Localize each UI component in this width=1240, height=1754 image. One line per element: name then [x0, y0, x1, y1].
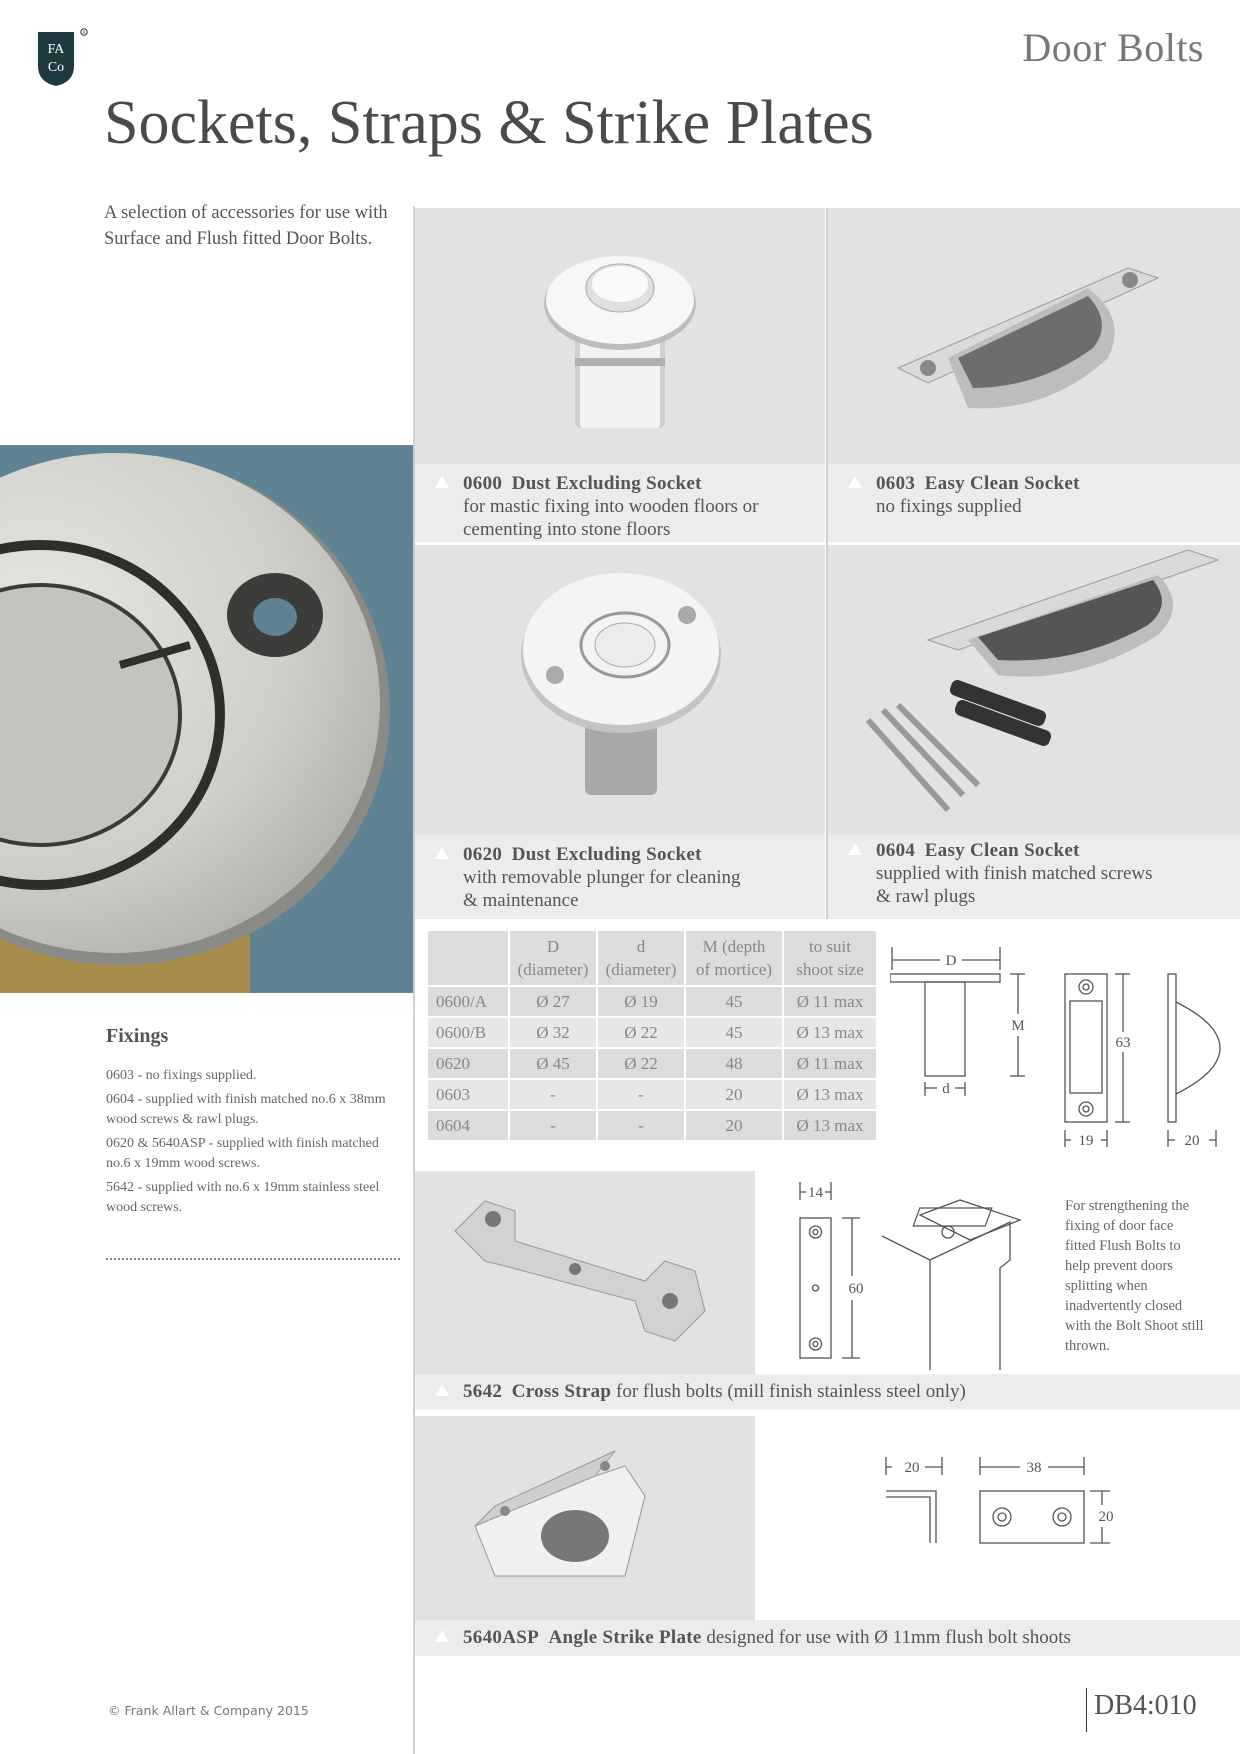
- product-name: Easy Clean Socket: [924, 473, 1080, 494]
- svg-text:Co: Co: [48, 60, 64, 75]
- table-header-row: D (diameter) d (diameter) M (depth of morti…: [428, 931, 876, 985]
- fixings-item: 0620 & 5640ASP - supplied with finish ma…: [106, 1136, 379, 1171]
- product-name: Cross Strap: [511, 1381, 612, 1402]
- column-header: M (depth of mortice): [686, 931, 782, 985]
- fixings-item: 0603 - no fixings supplied.: [106, 1068, 257, 1083]
- section-title: Door Bolts: [1022, 25, 1204, 70]
- caption-0603: 0603 Easy Clean Socket no fixings suppli…: [828, 464, 1240, 542]
- socket-dimension-diagrams: D M d 63 19 20: [890, 947, 1221, 1149]
- svg-text:FA: FA: [48, 42, 66, 57]
- dim-20-height: 20: [1099, 1509, 1114, 1525]
- photo-5642: [415, 1171, 755, 1374]
- triangle-icon: [435, 847, 449, 859]
- triangle-icon: [848, 476, 862, 488]
- product-desc: designed for use with Ø 11mm flush bolt …: [706, 1627, 1071, 1648]
- dim-M: M: [1011, 1018, 1024, 1034]
- photo-5640ASP: [415, 1416, 755, 1620]
- dim-14: 14: [808, 1185, 824, 1201]
- table-row: 0600/B Ø 32 Ø 22 45 Ø 13 max: [428, 1018, 876, 1047]
- table-row: 0604- -20 Ø 13 max: [428, 1111, 876, 1140]
- fixings-title: Fixings: [106, 1025, 169, 1047]
- column-divider: [826, 208, 828, 919]
- product-desc: for mastic fixing into wooden floors or: [463, 496, 759, 517]
- table-row: 0620 Ø 45 Ø 22 48 Ø 11 max: [428, 1049, 876, 1078]
- page-number-divider: [1086, 1688, 1087, 1732]
- product-code: 5642: [463, 1381, 503, 1402]
- product-code: 0603: [876, 473, 916, 494]
- triangle-icon: [435, 1384, 449, 1396]
- product-name: Dust Excluding Socket: [511, 844, 702, 865]
- page-title: Sockets, Straps & Strike Plates: [104, 89, 874, 157]
- column-header: D (diameter): [510, 931, 596, 985]
- product-name: Angle Strike Plate: [548, 1627, 702, 1648]
- fixings-item: 0604 - supplied with finish matched no.6…: [106, 1092, 386, 1127]
- fixings-list: 0603 - no fixings supplied. 0604 - suppl…: [106, 1066, 402, 1222]
- triangle-icon: [848, 843, 862, 855]
- product-code: 0620: [463, 844, 503, 865]
- page-number: DB4:010: [1094, 1690, 1197, 1721]
- product-desc: for flush bolts (mill finish stainless s…: [616, 1381, 966, 1402]
- company-logo: FA Co R: [38, 28, 88, 86]
- photo-0620: [415, 545, 825, 835]
- product-desc: no fixings supplied: [876, 496, 1022, 517]
- product-name: Easy Clean Socket: [924, 840, 1080, 861]
- product-name: Dust Excluding Socket: [511, 473, 702, 494]
- caption-0604: 0604 Easy Clean Socket supplied with fin…: [828, 835, 1240, 919]
- triangle-icon: [435, 1630, 449, 1642]
- table-row: 0600/A Ø 27 Ø 19 45 Ø 11 max: [428, 987, 876, 1016]
- dim-D: D: [946, 953, 957, 969]
- product-code: 0604: [876, 840, 916, 861]
- product-code: 0600: [463, 473, 503, 494]
- caption-5640ASP: 5640ASP Angle Strike Plate designed for …: [415, 1620, 1240, 1656]
- product-code: 5640ASP: [463, 1627, 539, 1648]
- caption-0620: 0620 Dust Excluding Socket with removabl…: [415, 835, 825, 919]
- photo-0604: [828, 545, 1240, 835]
- caption-5642: 5642 Cross Strap for flush bolts (mill f…: [415, 1374, 1240, 1410]
- photo-0600: [415, 208, 825, 464]
- strap-note: For strengthening the fixing of door fac…: [1065, 1198, 1204, 1354]
- intro-text: A selection of accessories for use with …: [104, 203, 388, 249]
- dim-38: 38: [1027, 1460, 1042, 1476]
- column-header: d (diameter): [598, 931, 684, 985]
- dim-d: d: [942, 1081, 950, 1097]
- photo-0603: [828, 208, 1240, 464]
- triangle-icon: [435, 476, 449, 488]
- caption-0600: 0600 Dust Excluding Socket for mastic fi…: [415, 464, 825, 542]
- dotted-divider: [106, 1258, 400, 1260]
- fixings-item: 5642 - supplied with no.6 x 19mm stainle…: [106, 1180, 380, 1215]
- svg-text:R: R: [82, 30, 85, 36]
- dim-63: 63: [1116, 1035, 1131, 1051]
- product-desc: cementing into stone floors: [463, 519, 671, 540]
- column-header: [428, 931, 508, 985]
- hero-product-photo: [0, 445, 413, 993]
- product-desc: & maintenance: [463, 890, 579, 911]
- dim-20: 20: [1185, 1133, 1200, 1149]
- copyright: © Frank Allart & Company 2015: [108, 1703, 309, 1718]
- product-desc: with removable plunger for cleaning: [463, 867, 741, 888]
- product-desc: & rawl plugs: [876, 886, 976, 907]
- spec-table: D (diameter) d (diameter) M (depth of morti…: [426, 929, 878, 1142]
- table-row: 0603- -20 Ø 13 max: [428, 1080, 876, 1109]
- dim-20: 20: [905, 1460, 920, 1476]
- column-header: to suit shoot size: [784, 931, 876, 985]
- dim-19: 19: [1079, 1133, 1094, 1149]
- product-desc: supplied with finish matched screws: [876, 863, 1153, 884]
- dim-60: 60: [849, 1281, 864, 1297]
- strap-dimension-diagrams: 14 60: [799, 1182, 1022, 1370]
- strike-dimension-diagrams: 20 38 20: [885, 1457, 1114, 1544]
